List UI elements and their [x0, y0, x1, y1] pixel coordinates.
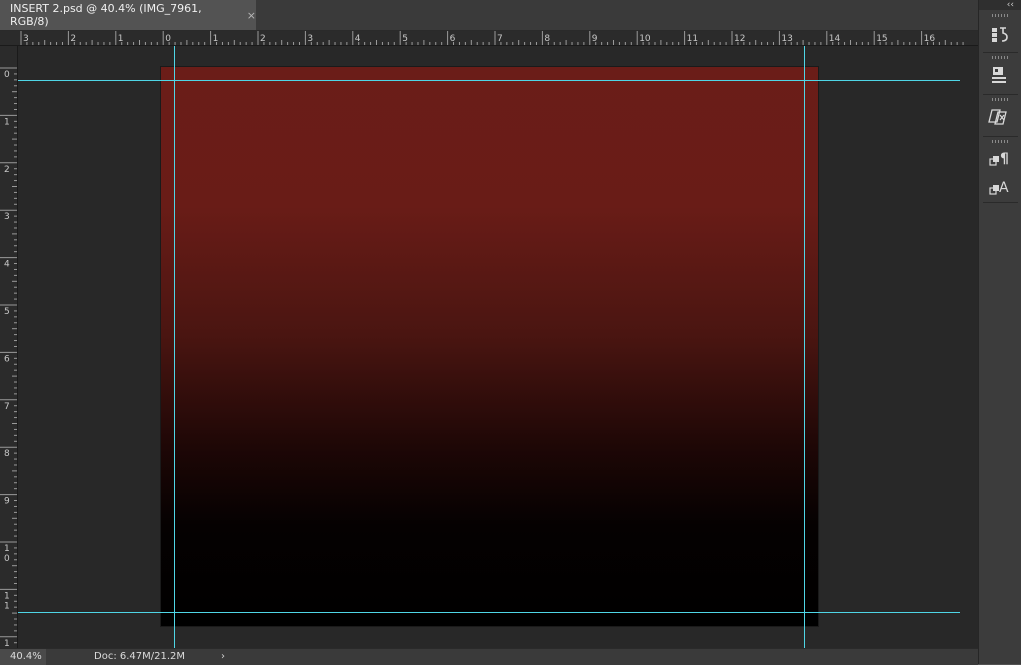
vertical-guide-left[interactable] [174, 46, 175, 648]
ruler-label: 13 [781, 34, 792, 44]
ruler-label: 4 [4, 260, 10, 270]
dock-grip-handle[interactable] [992, 140, 1008, 143]
dock-separator [983, 52, 1018, 53]
document-tab-bar: INSERT 2.psd @ 40.4% (IMG_7961, RGB/8) × [0, 0, 978, 31]
dock-separator [983, 202, 1018, 203]
ruler-label: 8 [544, 34, 550, 44]
ruler-label: 9 [4, 497, 10, 507]
ruler-label: 8 [4, 449, 10, 459]
document-tab[interactable]: INSERT 2.psd @ 40.4% (IMG_7961, RGB/8) × [0, 0, 256, 30]
ruler-label: 10 [639, 34, 651, 44]
ruler-label: 1 [213, 34, 219, 44]
ruler-label: 5 [402, 34, 408, 44]
ruler-label: 6 [450, 34, 456, 44]
ruler-label: 1 [4, 544, 10, 554]
document-workspace[interactable] [18, 46, 978, 648]
ruler-label: 11 [687, 34, 698, 44]
paragraph-panel-button[interactable]: ¶ [987, 146, 1013, 172]
dock-grip-handle[interactable] [992, 98, 1008, 101]
ruler-label: 3 [4, 212, 10, 222]
ruler-label: 0 [4, 554, 10, 564]
dock-separator [983, 94, 1018, 95]
ruler-label: 7 [497, 34, 503, 44]
ruler-label: 1 [4, 601, 10, 611]
dock-separator [983, 136, 1018, 137]
history-icon [992, 27, 1008, 42]
character-icon: A [989, 180, 1009, 196]
ruler-label: 9 [592, 34, 598, 44]
ruler-label: 5 [4, 307, 10, 317]
ruler-label: 2 [70, 34, 76, 44]
close-icon[interactable]: × [247, 9, 256, 22]
ruler-label: 1 [118, 34, 124, 44]
properties-panel-button[interactable] [987, 62, 1013, 88]
ruler-label: 3 [307, 34, 313, 44]
ruler-label: 16 [924, 34, 936, 44]
ruler-label: 0 [4, 70, 10, 80]
ruler-label: 6 [4, 354, 10, 364]
ruler-label: 0 [165, 34, 171, 44]
properties-icon [992, 67, 1006, 83]
svg-text:A: A [999, 180, 1009, 196]
ruler-label: 1 [4, 117, 10, 127]
right-panel-dock: ‹‹ ¶ A [978, 0, 1021, 664]
ruler-label: 15 [876, 34, 887, 44]
ruler-label: 2 [4, 165, 10, 175]
ruler-label: 12 [734, 34, 745, 44]
status-bar: 40.4% Doc: 6.47M/21.2M › [0, 648, 978, 665]
document-canvas[interactable] [161, 67, 818, 626]
ruler-label: 4 [355, 34, 361, 44]
clone-source-icon [988, 109, 1007, 125]
ruler-label: 3 [23, 34, 29, 44]
dock-grip-handle[interactable] [992, 14, 1008, 17]
horizontal-ruler[interactable]: 3 2 1 0 1 2 3 4 5 6 7 8 9 10 11 12 13 14 15 16 [17, 31, 978, 46]
clone-source-panel-button[interactable] [987, 104, 1013, 130]
svg-text:¶: ¶ [1000, 151, 1009, 167]
collapse-dock-icon[interactable]: ‹‹ [979, 0, 1021, 10]
ruler-label: 7 [4, 402, 10, 412]
ruler-label: 14 [829, 34, 841, 44]
dock-grip-handle[interactable] [992, 56, 1008, 59]
horizontal-guide-bottom[interactable] [18, 612, 960, 613]
ruler-label: 1 [4, 639, 10, 648]
status-menu-arrow-icon[interactable]: › [221, 649, 225, 665]
vertical-ruler[interactable]: 012345678910111 [0, 46, 18, 649]
paragraph-icon: ¶ [989, 151, 1009, 167]
character-panel-button[interactable]: A [987, 174, 1013, 200]
document-size-info: Doc: 6.47M/21.2M [94, 651, 186, 662]
history-panel-button[interactable] [987, 22, 1013, 48]
vertical-guide-right[interactable] [804, 46, 805, 648]
ruler-label: 1 [4, 591, 10, 601]
document-tab-title: INSERT 2.psd @ 40.4% (IMG_7961, RGB/8) [10, 2, 202, 28]
horizontal-guide-top[interactable] [18, 80, 960, 81]
ruler-label: 2 [260, 34, 266, 44]
zoom-level-field[interactable]: 40.4% [0, 649, 46, 665]
ruler-origin-corner[interactable] [0, 31, 18, 46]
